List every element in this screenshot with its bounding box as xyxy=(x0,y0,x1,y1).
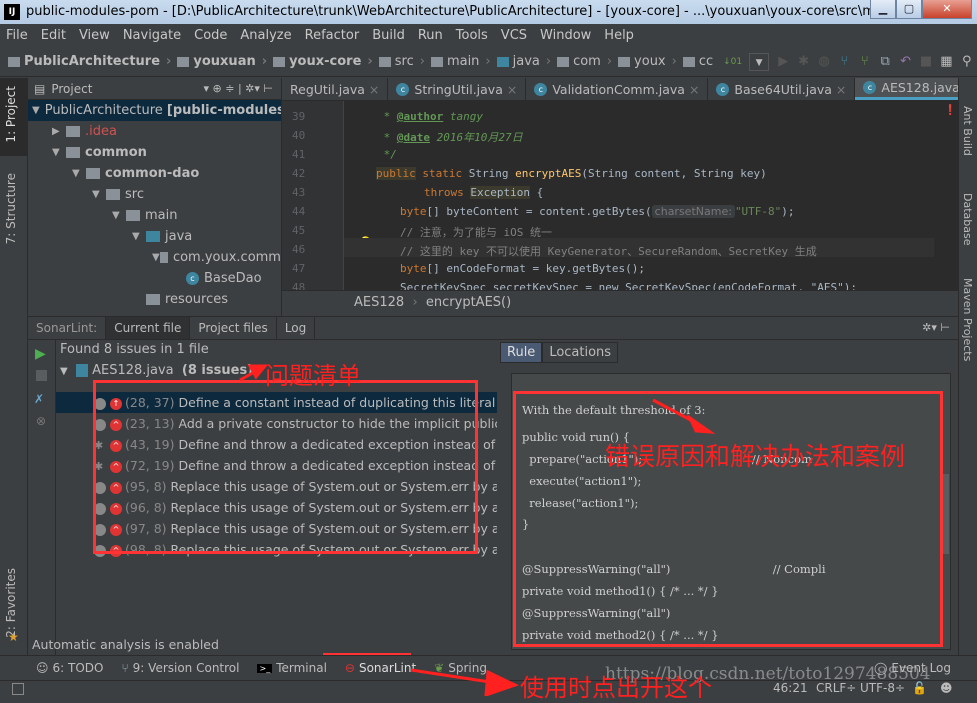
annotation-arrows xyxy=(239,364,716,696)
annotation-usage: 使用时点出开这个 xyxy=(520,674,712,702)
